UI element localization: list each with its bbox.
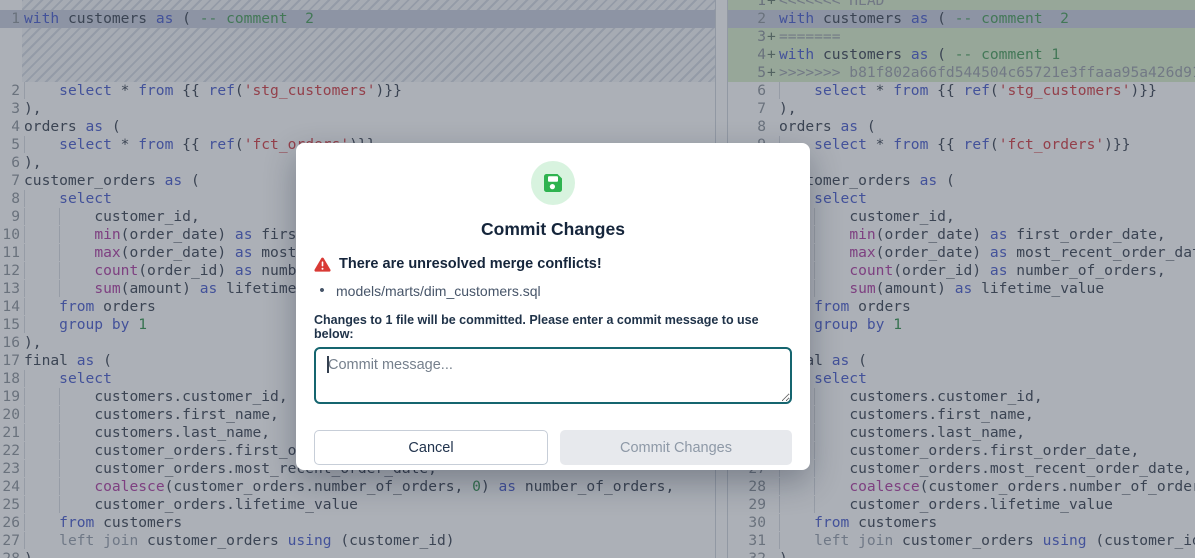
- conflict-file-path: models/marts/dim_customers.sql: [336, 283, 541, 299]
- modal-title: Commit Changes: [314, 219, 792, 240]
- cancel-button[interactable]: Cancel: [314, 430, 548, 465]
- commit-message-input[interactable]: [314, 347, 792, 404]
- commit-changes-modal: Commit Changes There are unresolved merg…: [296, 143, 810, 470]
- save-icon-circle: [531, 161, 575, 205]
- conflict-file-item: • models/marts/dim_customers.sql: [314, 282, 792, 299]
- save-floppy-icon: [542, 172, 564, 194]
- commit-instruction-label: Changes to 1 file will be committed. Ple…: [314, 313, 792, 341]
- warning-icon: [314, 257, 331, 272]
- merge-conflict-warning-text: There are unresolved merge conflicts!: [339, 256, 602, 272]
- text-caret: [327, 356, 329, 373]
- commit-changes-button[interactable]: Commit Changes: [560, 430, 792, 465]
- bullet-icon: •: [314, 282, 330, 299]
